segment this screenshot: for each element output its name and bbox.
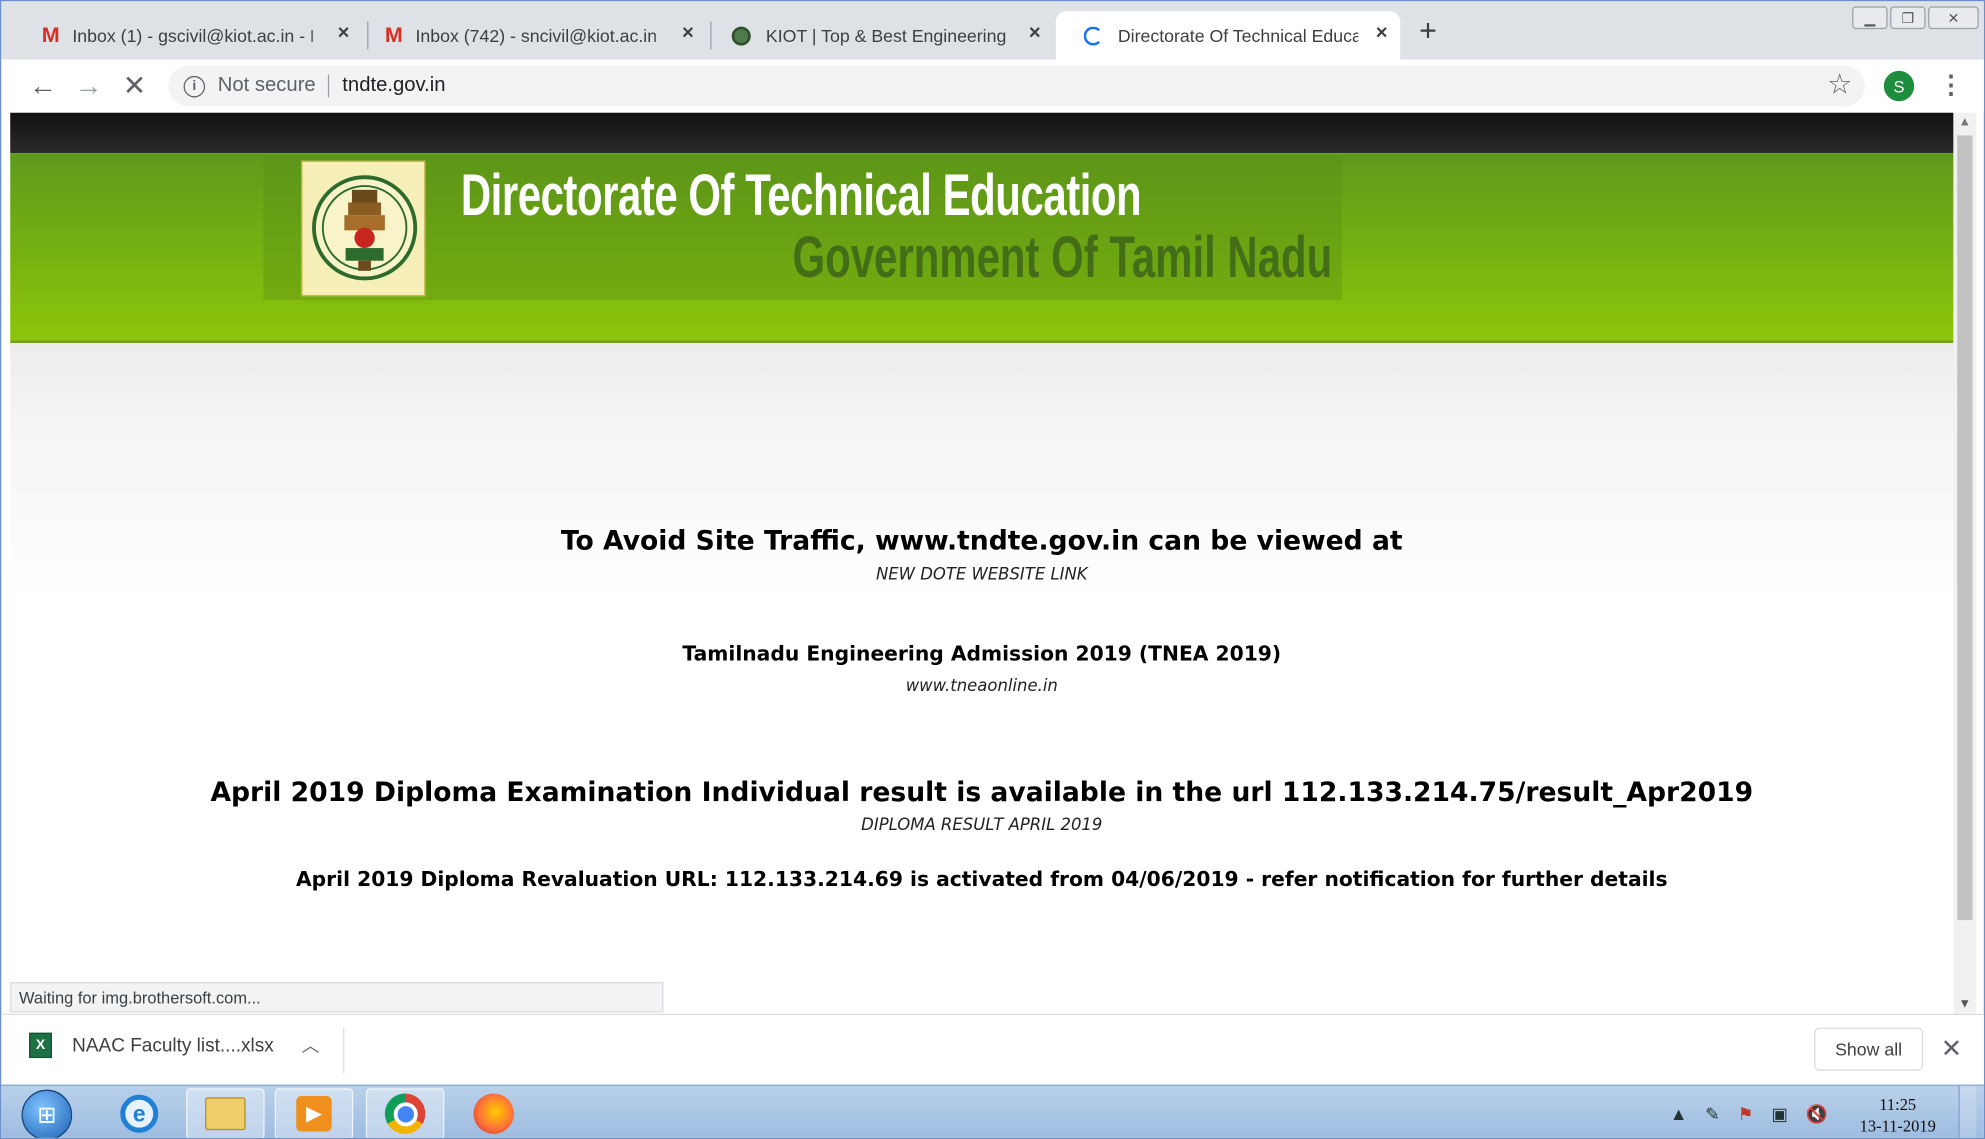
tab-inbox-gscivil[interactable]: M Inbox (1) - gscivil@kiot.ac.in - Kn × [14, 11, 362, 59]
start-button[interactable]: ⊞ [21, 1089, 73, 1138]
internet-explorer-icon: e [120, 1094, 159, 1133]
windows-taskbar: ⊞ e ▶ ▲ ✎ ⚑ ▣ 🔇 11:25 13-11-2019 [1, 1084, 1984, 1138]
gmail-icon: M [384, 22, 403, 47]
tab-kiot[interactable]: KIOT | Top & Best Engineering Co × [704, 11, 1053, 59]
download-bar: X NAAC Faculty list....xlsx ︿ Show all ✕ [1, 1013, 1984, 1085]
clock-time: 11:25 [1879, 1094, 1917, 1114]
close-window-button[interactable]: ✕ [1928, 6, 1979, 30]
download-divider [343, 1027, 345, 1074]
stop-loading-icon[interactable]: ✕ [123, 70, 146, 103]
web-page: Directorate Of Technical Education Gover… [10, 112, 1954, 1014]
close-tab-icon[interactable]: × [1029, 23, 1041, 46]
tray-pen-icon[interactable]: ✎ [1705, 1104, 1720, 1126]
show-all-button[interactable]: Show all [1814, 1027, 1924, 1071]
status-bubble: Waiting for img.brothersoft.com... [10, 982, 664, 1013]
bookmark-star-icon[interactable]: ☆ [1827, 68, 1852, 101]
show-desktop-button[interactable] [1958, 1085, 1977, 1138]
info-icon[interactable]: i [183, 75, 206, 97]
gmail-icon: M [41, 22, 60, 47]
restore-button[interactable]: ❐ [1890, 6, 1926, 30]
tab-strip: M Inbox (1) - gscivil@kiot.ac.in - Kn × … [1, 1, 1984, 60]
taskbar-chrome[interactable] [365, 1088, 445, 1138]
tab-label: Directorate Of Technical Educatio [1117, 25, 1359, 46]
dote-website-link[interactable]: NEW DOTE WEBSITE LINK [10, 566, 1953, 585]
download-file-name[interactable]: NAAC Faculty list....xlsx [72, 1035, 274, 1057]
tab-label: Inbox (1) - gscivil@kiot.ac.in - Kn [72, 25, 313, 46]
scroll-up-icon[interactable]: ▲ [1959, 115, 1972, 129]
tnea-heading: Tamilnadu Engineering Admission 2019 (TN… [682, 641, 1282, 666]
system-tray: ▲ ✎ ⚑ ▣ 🔇 [1670, 1104, 1828, 1126]
close-tab-icon[interactable]: × [1376, 23, 1388, 46]
taskbar-media-player[interactable]: ▶ [274, 1088, 354, 1138]
page-top-bar [10, 112, 1954, 154]
tamil-nadu-emblem [301, 160, 426, 297]
taskbar-firefox[interactable] [454, 1088, 532, 1137]
tab-dote-active[interactable]: Directorate Of Technical Educatio × [1055, 11, 1401, 60]
menu-kebab-icon[interactable]: ⋮ [1938, 70, 1963, 102]
site-banner: Directorate Of Technical Education Gover… [10, 153, 1954, 343]
revaluation-notice: April 2019 Diploma Revaluation URL: 112.… [296, 866, 1668, 891]
excel-file-icon: X [29, 1032, 52, 1059]
kiot-favicon [731, 25, 751, 45]
action-center-flag-icon[interactable]: ⚑ [1738, 1104, 1754, 1126]
security-label[interactable]: Not secure [218, 75, 316, 98]
traffic-notice: To Avoid Site Traffic, www.tndte.gov.in … [560, 525, 1403, 556]
taskbar-file-explorer[interactable] [186, 1088, 265, 1138]
close-download-bar-icon[interactable]: ✕ [1941, 1033, 1962, 1065]
tray-expand-icon[interactable]: ▲ [1670, 1104, 1688, 1126]
loading-spinner-icon [1083, 25, 1103, 45]
minimize-button[interactable]: ▁ [1852, 6, 1888, 30]
diploma-result-heading: April 2019 Diploma Examination Individua… [210, 777, 1754, 808]
back-arrow-icon[interactable]: ← [29, 70, 57, 103]
diploma-result-link[interactable]: DIPLOMA RESULT APRIL 2019 [10, 816, 1953, 835]
chrome-icon [384, 1093, 426, 1134]
site-subtitle: Government Of Tamil Nadu [792, 224, 1333, 290]
download-item[interactable]: X NAAC Faculty list....xlsx ︿ [29, 1032, 320, 1059]
tnea-link[interactable]: www.tneaonline.in [10, 677, 1953, 696]
tab-label: KIOT | Top & Best Engineering Co [765, 25, 1007, 46]
url-text[interactable]: tndte.gov.in [342, 75, 445, 98]
close-tab-icon[interactable]: × [338, 23, 350, 46]
tab-label: Inbox (742) - sncivil@kiot.ac.in - K [415, 25, 657, 46]
system-clock[interactable]: 11:25 13-11-2019 [1852, 1093, 1943, 1136]
firefox-icon [473, 1093, 514, 1134]
tab-inbox-sncivil[interactable]: M Inbox (742) - sncivil@kiot.ac.in - K × [357, 11, 706, 59]
folder-icon [205, 1097, 246, 1131]
forward-arrow-icon[interactable]: → [75, 70, 103, 103]
window-controls: ▁ ❐ ✕ [1852, 6, 1979, 30]
notice-content: To Avoid Site Traffic, www.tndte.gov.in … [10, 342, 1954, 1014]
taskbar-internet-explorer[interactable]: e [100, 1088, 178, 1137]
media-player-icon: ▶ [296, 1096, 332, 1132]
volume-muted-icon[interactable]: 🔇 [1806, 1104, 1828, 1126]
browser-window: M Inbox (1) - gscivil@kiot.ac.in - Kn × … [0, 0, 1985, 1139]
new-tab-button[interactable]: + [1419, 14, 1437, 49]
profile-avatar[interactable]: S [1883, 70, 1915, 102]
site-title: Directorate Of Technical Education [460, 161, 1142, 228]
chevron-up-icon[interactable]: ︿ [302, 1033, 320, 1058]
address-divider [328, 74, 330, 98]
network-icon[interactable]: ▣ [1771, 1104, 1788, 1126]
close-tab-icon[interactable]: × [682, 23, 694, 46]
scrollbar-thumb[interactable] [1957, 135, 1973, 921]
scroll-down-icon[interactable]: ▼ [1959, 997, 1972, 1011]
browser-toolbar: ← → ✕ i Not secure tndte.gov.in ☆ [1, 59, 1984, 113]
page-scrollbar[interactable]: ▲ ▼ [1953, 112, 1977, 1014]
address-bar[interactable]: i Not secure tndte.gov.in ☆ [168, 65, 1865, 107]
clock-date: 13-11-2019 [1859, 1116, 1936, 1136]
